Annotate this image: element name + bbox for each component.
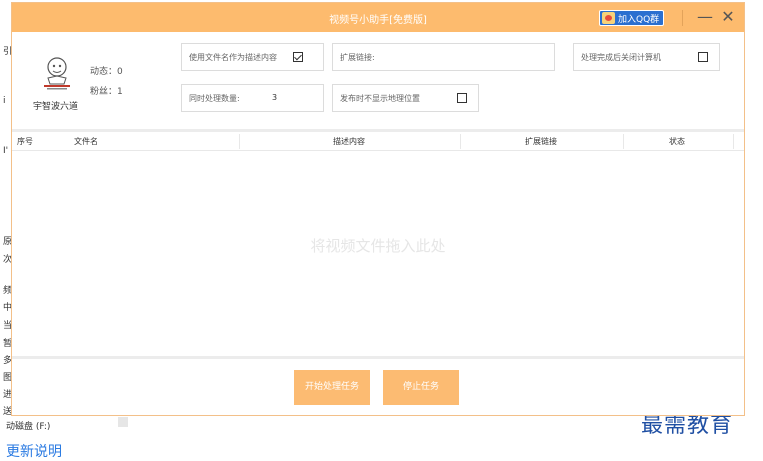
concurrency-value[interactable]: 3	[272, 93, 277, 102]
update-notes-link[interactable]: 更新说明	[6, 441, 62, 461]
posts-count: 动态：0	[90, 67, 123, 77]
task-table[interactable]: 序号 文件名 描述内容 扩展链接 状态 将视频文件拖入此处	[12, 129, 744, 359]
bg-scrollbar[interactable]	[118, 417, 128, 427]
column-divider[interactable]	[239, 134, 240, 149]
column-header-filename[interactable]: 文件名	[74, 136, 98, 147]
use-filename-option[interactable]: 使用文件名作为描述内容	[181, 43, 324, 71]
column-header-extend-link[interactable]: 扩展链接	[525, 136, 557, 147]
bg-text-fragment: i	[3, 96, 6, 106]
table-header: 序号 文件名 描述内容 扩展链接 状态	[12, 132, 744, 151]
title-separator	[682, 10, 683, 26]
avatar	[44, 57, 70, 90]
join-qq-group-button[interactable]: 加入QQ群	[599, 10, 665, 26]
join-qq-group-label: 加入QQ群	[618, 14, 660, 25]
hide-location-option[interactable]: 发布时不显示地理位置	[332, 84, 479, 112]
hide-location-checkbox[interactable]	[457, 93, 467, 103]
use-filename-label: 使用文件名作为描述内容	[189, 53, 277, 62]
title-bar[interactable]: 视频号小助手[免费版] 加入QQ群 — ✕	[12, 3, 744, 32]
qq-group-icon	[602, 12, 615, 24]
use-filename-checkbox[interactable]	[293, 52, 303, 62]
app-window: 视频号小助手[免费版] 加入QQ群 — ✕ 宇智波六道 动态：0 粉丝：1 使用…	[11, 2, 745, 416]
column-divider[interactable]	[623, 134, 624, 149]
stop-task-button[interactable]: 停止任务	[383, 370, 459, 405]
shutdown-label: 处理完成后关闭计算机	[581, 53, 661, 62]
concurrency-label: 同时处理数量:	[189, 94, 240, 103]
extend-link-field[interactable]: 扩展链接:	[332, 43, 555, 71]
start-task-button[interactable]: 开始处理任务	[294, 370, 370, 405]
column-header-status[interactable]: 状态	[669, 136, 685, 147]
fans-count: 粉丝：1	[90, 87, 123, 97]
drop-zone-hint: 将视频文件拖入此处	[310, 237, 446, 255]
hide-location-label: 发布时不显示地理位置	[340, 94, 420, 103]
close-button[interactable]: ✕	[718, 7, 738, 27]
minimize-button[interactable]: —	[695, 7, 715, 27]
shutdown-option[interactable]: 处理完成后关闭计算机	[573, 43, 720, 71]
column-divider[interactable]	[733, 134, 734, 149]
column-divider[interactable]	[460, 134, 461, 149]
concurrency-field[interactable]: 同时处理数量: 3	[181, 84, 324, 112]
extend-link-label: 扩展链接:	[340, 53, 375, 62]
bg-drive-label: 动磁盘 (F:)	[6, 422, 51, 432]
bg-text-fragment: I'	[3, 146, 9, 156]
profile-name: 宇智波六道	[33, 102, 79, 112]
column-header-index[interactable]: 序号	[17, 136, 33, 147]
column-header-description[interactable]: 描述内容	[333, 136, 365, 147]
shutdown-checkbox[interactable]	[698, 52, 708, 62]
